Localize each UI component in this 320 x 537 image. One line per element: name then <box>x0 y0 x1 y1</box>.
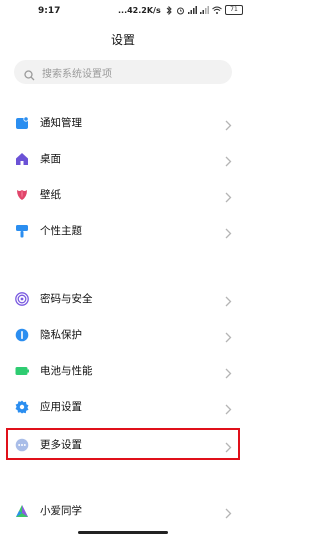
privacy-icon <box>15 327 29 342</box>
highlight-box <box>6 428 240 460</box>
brush-icon <box>15 223 29 238</box>
page-title: 设置 <box>110 33 135 47</box>
search-input[interactable]: 搜索系统设置项 <box>14 60 232 84</box>
wifi-icon <box>212 6 222 14</box>
settings-item-password-security[interactable]: 密码与安全 <box>0 281 246 315</box>
settings-item-label: 桌面 <box>40 153 61 165</box>
settings-item-apps[interactable]: 应用设置 <box>0 389 246 423</box>
chevron-right-icon <box>225 328 232 347</box>
settings-item-xiaoai[interactable]: 小爱同学 <box>0 493 246 527</box>
chevron-right-icon <box>225 152 232 171</box>
chevron-right-icon <box>225 400 232 419</box>
chevron-right-icon <box>225 504 232 523</box>
settings-item-label: 小爱同学 <box>40 505 82 517</box>
xiaoai-icon <box>15 503 29 517</box>
settings-item-label: 电池与性能 <box>40 365 93 377</box>
battery-indicator: 71 <box>225 5 243 15</box>
chevron-right-icon <box>225 116 232 135</box>
home-icon <box>15 151 29 165</box>
search-placeholder: 搜索系统设置项 <box>42 69 112 80</box>
chevron-right-icon <box>225 292 232 311</box>
status-icons: 71 <box>166 5 243 15</box>
chevron-right-icon <box>225 364 232 383</box>
settings-item-wallpaper[interactable]: 壁纸 <box>0 177 246 211</box>
search-icon <box>24 66 35 85</box>
notification-icon <box>15 115 29 129</box>
status-bar: 9:17 ...42.2K/s 71 <box>0 0 246 22</box>
signal-icon <box>188 6 197 14</box>
status-time: 9:17 <box>38 6 61 16</box>
settings-item-themes[interactable]: 个性主题 <box>0 213 246 247</box>
home-indicator[interactable] <box>78 531 168 534</box>
settings-item-label: 个性主题 <box>40 225 82 237</box>
chevron-right-icon <box>225 224 232 243</box>
bluetooth-icon <box>166 5 173 15</box>
settings-item-label: 壁纸 <box>40 189 61 201</box>
settings-item-label: 应用设置 <box>40 401 82 413</box>
chevron-right-icon <box>225 188 232 207</box>
settings-item-label: 隐私保护 <box>40 329 82 341</box>
gear-icon <box>15 399 29 414</box>
settings-item-label: 通知管理 <box>40 117 82 129</box>
settings-item-desktop[interactable]: 桌面 <box>0 141 246 175</box>
network-speed: ...42.2K/s <box>118 6 161 15</box>
tulip-icon <box>15 187 29 201</box>
alarm-icon <box>176 6 185 15</box>
settings-item-notifications[interactable]: 通知管理 <box>0 105 246 139</box>
settings-item-battery[interactable]: 电池与性能 <box>0 353 246 387</box>
battery-icon <box>15 363 29 377</box>
settings-item-privacy[interactable]: 隐私保护 <box>0 317 246 351</box>
settings-item-label: 密码与安全 <box>40 293 93 305</box>
signal-icon-2 <box>200 6 209 14</box>
fingerprint-icon <box>15 291 29 306</box>
